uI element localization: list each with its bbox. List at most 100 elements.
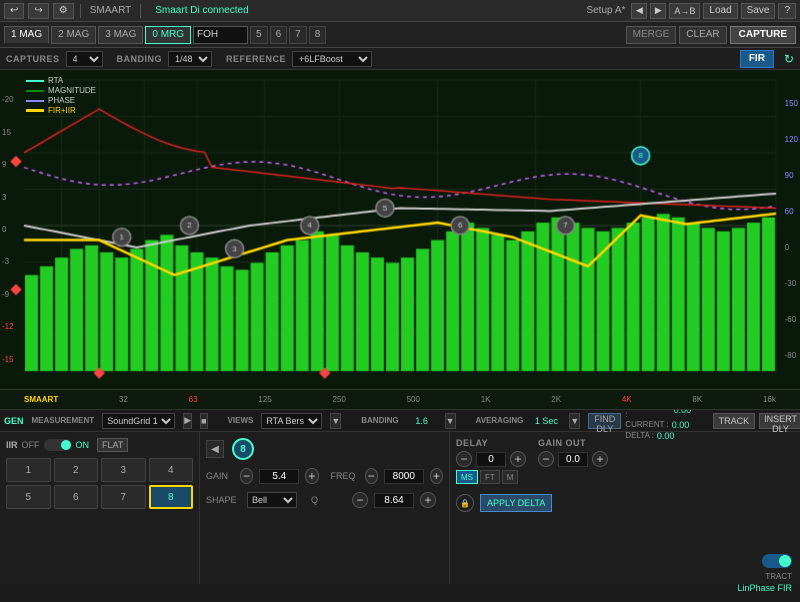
- banding-ctrl-label: BANDING: [361, 416, 398, 425]
- current-row: CURRENT : 0.00: [625, 420, 708, 430]
- captures-select[interactable]: 4816: [66, 51, 103, 67]
- lock-icon[interactable]: 🔒: [456, 494, 474, 512]
- tab-3mag[interactable]: 3 MAG: [98, 26, 143, 44]
- separator2: [140, 4, 141, 18]
- merge-button[interactable]: MERGE: [626, 26, 677, 44]
- firiir-color: [26, 109, 44, 112]
- gain-minus[interactable]: −: [240, 468, 253, 484]
- delay-minus[interactable]: −: [456, 451, 472, 467]
- delay-label: DELAY: [456, 438, 526, 448]
- reference-select[interactable]: +6LFBoost: [292, 51, 372, 67]
- gain-plus[interactable]: +: [305, 468, 318, 484]
- delay-mode-buttons: MS FT M: [456, 470, 526, 484]
- freq-16k: 16k: [763, 395, 776, 404]
- refresh-icon[interactable]: ↻: [784, 52, 794, 66]
- num-8[interactable]: 8: [309, 26, 327, 44]
- foh-input[interactable]: [193, 26, 248, 44]
- undo-button[interactable]: ↩: [4, 3, 24, 19]
- captures-label: CAPTURES: [6, 54, 60, 64]
- fir-button[interactable]: FIR: [740, 50, 774, 68]
- flat-button[interactable]: FLAT: [97, 438, 128, 452]
- averaging-down[interactable]: ▼: [569, 413, 580, 429]
- delay-section: DELAY − 0 + MS FT M GAIN OUT − 0.0 +: [450, 432, 800, 584]
- tab-1mag[interactable]: 1 MAG: [4, 26, 49, 44]
- load-button[interactable]: Load: [703, 3, 737, 19]
- tab-mrg[interactable]: 0 MRG: [145, 26, 191, 44]
- setup-label: Setup A*: [583, 5, 628, 16]
- play-button[interactable]: ▶: [183, 413, 192, 429]
- apply-delta-row: 🔒 APPLY DELTA: [456, 494, 794, 512]
- rta-color: [26, 80, 44, 82]
- find-dly-button[interactable]: FIND DLY: [588, 413, 621, 429]
- y-right-60: 60: [785, 207, 798, 216]
- iir-label: IIR: [6, 440, 18, 450]
- band-btn-8[interactable]: 8: [149, 485, 194, 509]
- freq-plus[interactable]: +: [430, 468, 443, 484]
- q-plus[interactable]: +: [420, 492, 436, 508]
- gain-out-minus[interactable]: −: [538, 451, 554, 467]
- band-btn-3[interactable]: 3: [101, 458, 146, 482]
- ms-button[interactable]: MS: [456, 470, 478, 484]
- q-minus[interactable]: −: [352, 492, 368, 508]
- band-btn-2[interactable]: 2: [54, 458, 99, 482]
- redo-button[interactable]: ↪: [28, 3, 48, 19]
- banding-select[interactable]: 1/481/241/12: [168, 51, 212, 67]
- y-right-120: 120: [785, 135, 798, 144]
- reference-label: REFERENCE: [226, 54, 286, 64]
- track-button[interactable]: TRACK: [713, 413, 756, 429]
- freq-minus[interactable]: −: [365, 468, 378, 484]
- num-5[interactable]: 5: [250, 26, 268, 44]
- banding-ctrl-val: 1.6: [407, 416, 437, 426]
- y-axis-left: -20 15 9 3 0 -3 -9 -12 -15: [2, 70, 14, 389]
- tab-2mag[interactable]: 2 MAG: [51, 26, 96, 44]
- apply-delta-button[interactable]: APPLY DELTA: [480, 494, 552, 512]
- gain-out-group: GAIN OUT − 0.0 +: [538, 438, 608, 484]
- y-label-m3: -3: [2, 257, 14, 266]
- ab-button[interactable]: A→B: [669, 3, 700, 19]
- view-down[interactable]: ▼: [330, 413, 341, 429]
- band-btn-6[interactable]: 6: [54, 485, 99, 509]
- tract-sub: LinPhase FIR: [737, 583, 792, 593]
- tract-toggle[interactable]: [762, 554, 792, 568]
- num-7[interactable]: 7: [289, 26, 307, 44]
- delay-plus[interactable]: +: [510, 451, 526, 467]
- help-button[interactable]: ?: [778, 3, 796, 19]
- insert-dly-button[interactable]: INSERT DLY: [759, 413, 800, 429]
- ft-button[interactable]: FT: [480, 470, 500, 484]
- legend-phase: PHASE: [26, 96, 96, 105]
- iir-toggle[interactable]: [44, 439, 72, 451]
- clear-button[interactable]: CLEAR: [679, 26, 726, 44]
- nav-left-button[interactable]: ◀: [631, 3, 647, 19]
- eq-back-button[interactable]: ◀: [206, 440, 224, 458]
- tract-section: TRACT LinPhase FIR: [737, 550, 792, 594]
- gain-out-plus[interactable]: +: [592, 451, 608, 467]
- band-btn-1[interactable]: 1: [6, 458, 51, 482]
- view-select[interactable]: RTA Bers: [261, 413, 322, 429]
- nav-right-button[interactable]: ▶: [650, 3, 666, 19]
- capture-button[interactable]: CAPTURE: [730, 26, 796, 44]
- y-label-m12: -12: [2, 322, 14, 331]
- iir-section: IIR OFF ON FLAT 1 2 3 4 5 6 7 8: [0, 432, 200, 584]
- rta-label: RTA: [48, 76, 63, 85]
- y-right-90: 90: [785, 171, 798, 180]
- shape-select[interactable]: BellLowShelfHighShelfLowCutHighCut: [247, 492, 297, 508]
- y-right-m80: -80: [785, 351, 798, 360]
- banding-down[interactable]: ▼: [445, 413, 456, 429]
- freq-500: 500: [407, 395, 420, 404]
- second-bar-right: MERGE CLEAR CAPTURE: [626, 26, 796, 44]
- stop-button[interactable]: ■: [200, 413, 207, 429]
- band-btn-5[interactable]: 5: [6, 485, 51, 509]
- y-label-0: 0: [2, 225, 14, 234]
- eq-header: ◀ 8: [206, 438, 443, 460]
- firiir-label: FIR+IIR: [48, 106, 76, 115]
- chart-legend: RTA MAGNITUDE PHASE FIR+IIR: [26, 76, 96, 115]
- y-label-m15: -15: [2, 355, 14, 364]
- m-button[interactable]: M: [502, 470, 519, 484]
- settings-button[interactable]: ⚙: [53, 3, 74, 19]
- gen-button[interactable]: GEN: [4, 416, 24, 426]
- num-6[interactable]: 6: [270, 26, 288, 44]
- save-button[interactable]: Save: [741, 3, 776, 19]
- band-btn-4[interactable]: 4: [149, 458, 194, 482]
- source-select[interactable]: SoundGrid 1: [102, 413, 175, 429]
- band-btn-7[interactable]: 7: [101, 485, 146, 509]
